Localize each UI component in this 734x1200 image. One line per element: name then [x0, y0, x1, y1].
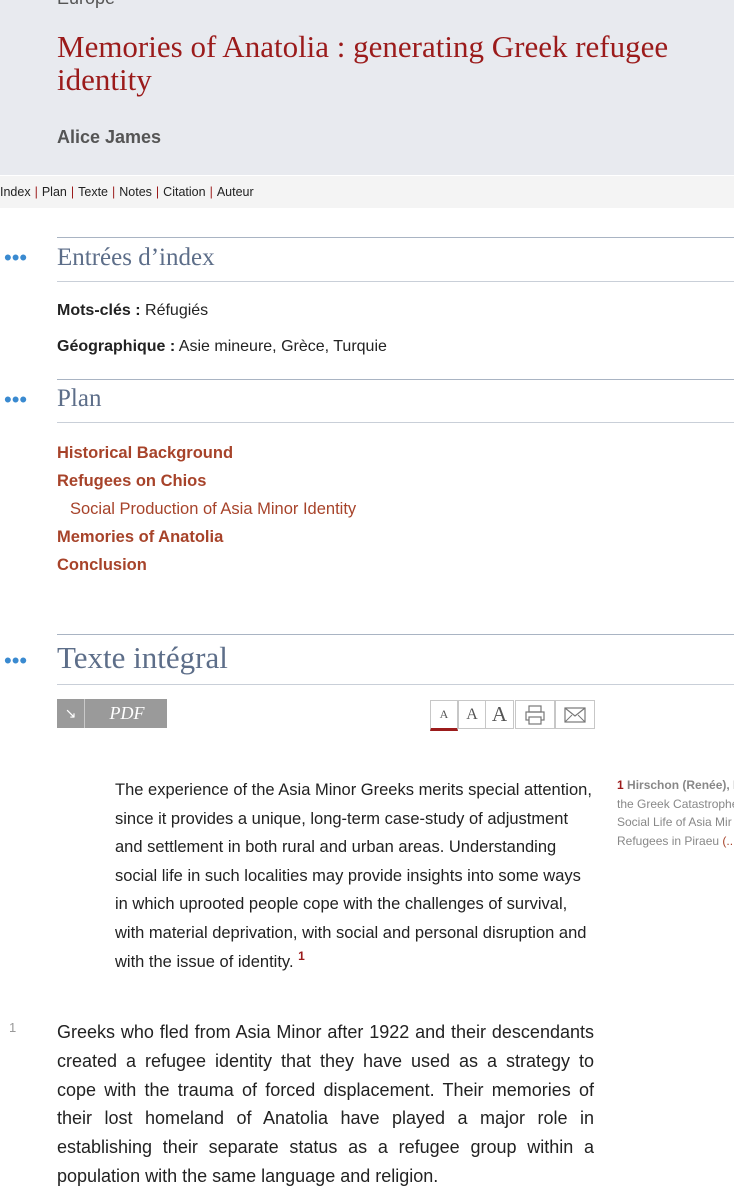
font-size-medium-button[interactable]: A	[458, 700, 486, 729]
section-rule	[57, 379, 734, 380]
footnote-ref[interactable]: 1	[298, 949, 305, 963]
note-line: the Greek Catastrophe	[617, 796, 734, 811]
plan-item-memories-of-anatolia[interactable]: Memories of Anatolia	[57, 528, 223, 547]
note-number[interactable]: 1	[617, 778, 624, 792]
section-underline	[57, 684, 734, 685]
breadcrumb[interactable]: Europe	[57, 0, 115, 9]
font-size-small-button[interactable]: A	[430, 700, 458, 731]
plan-heading: Plan	[57, 385, 102, 412]
keywords-row: Mots-clés : Réfugiés	[57, 302, 208, 320]
separator: |	[34, 185, 38, 199]
note-line: Social Life of Asia Mir	[617, 815, 732, 829]
envelope-icon	[564, 707, 586, 723]
epigraph-quote: The experience of the Asia Minor Greeks …	[115, 776, 593, 976]
separator: |	[112, 185, 116, 199]
section-underline	[57, 281, 734, 282]
side-note: 1 Hirschon (Renée), H the Greek Catastro…	[617, 776, 734, 850]
geographic-value[interactable]: Asie mineure, Grèce, Turquie	[179, 338, 387, 355]
author-name[interactable]: Alice James	[57, 127, 161, 148]
section-toggle-icon[interactable]: •••	[4, 247, 27, 269]
section-nav-bar: Index | Plan | Texte | Notes | Citation | Auteur	[0, 176, 734, 208]
nav-link-notes[interactable]: Notes	[119, 185, 152, 199]
separator: |	[70, 185, 75, 199]
plan-item-historical-background[interactable]: Historical Background	[57, 444, 233, 463]
nav-link-index[interactable]: Index	[0, 185, 31, 199]
section-toggle-icon[interactable]: •••	[4, 650, 27, 672]
geographic-row: Géographique : Asie mineure, Grèce, Turq…	[57, 338, 387, 356]
plan-item-social-production[interactable]: Social Production of Asia Minor Identity	[70, 500, 356, 519]
keywords-label: Mots-clés :	[57, 302, 141, 319]
print-button[interactable]	[515, 700, 555, 729]
article-title: Memories of Anatolia : generating Greek …	[57, 29, 669, 97]
fulltext-heading: Texte intégral	[57, 640, 228, 675]
download-arrow-icon: ↘	[57, 699, 85, 728]
section-underline	[57, 422, 734, 423]
paragraph-number: 1	[9, 1020, 17, 1035]
body-paragraph: Greeks who fled from Asia Minor after 19…	[57, 1022, 594, 1186]
index-heading: Entrées d’index	[57, 244, 215, 271]
article-header: Europe Memories of Anatolia : generating…	[0, 0, 734, 175]
nav-link-plan[interactable]: Plan	[42, 185, 67, 199]
font-size-large-button[interactable]: A	[485, 700, 514, 729]
nav-link-citation[interactable]: Citation	[163, 185, 205, 199]
pdf-label: PDF	[109, 703, 145, 723]
email-button[interactable]	[555, 700, 595, 729]
print-icon	[525, 705, 545, 725]
section-toggle-icon[interactable]: •••	[4, 389, 27, 411]
pdf-download-button[interactable]: ↘ PDF	[57, 699, 167, 728]
separator: |	[155, 185, 160, 199]
keyword-link[interactable]: Réfugiés	[145, 302, 208, 319]
note-more-link[interactable]: (...	[722, 834, 734, 848]
plan-item-refugees-on-chios[interactable]: Refugees on Chios	[57, 472, 206, 491]
separator: |	[209, 185, 213, 199]
geographic-label: Géographique :	[57, 338, 176, 355]
note-line: Hirschon (Renée), H	[627, 778, 734, 792]
section-rule	[57, 237, 734, 238]
note-line: Refugees in Piraeu	[617, 833, 720, 848]
epigraph-text: The experience of the Asia Minor Greeks …	[115, 781, 592, 971]
nav-link-texte[interactable]: Texte	[78, 185, 108, 199]
section-rule	[57, 634, 734, 635]
nav-link-auteur[interactable]: Auteur	[217, 185, 254, 199]
plan-item-conclusion[interactable]: Conclusion	[57, 556, 147, 575]
